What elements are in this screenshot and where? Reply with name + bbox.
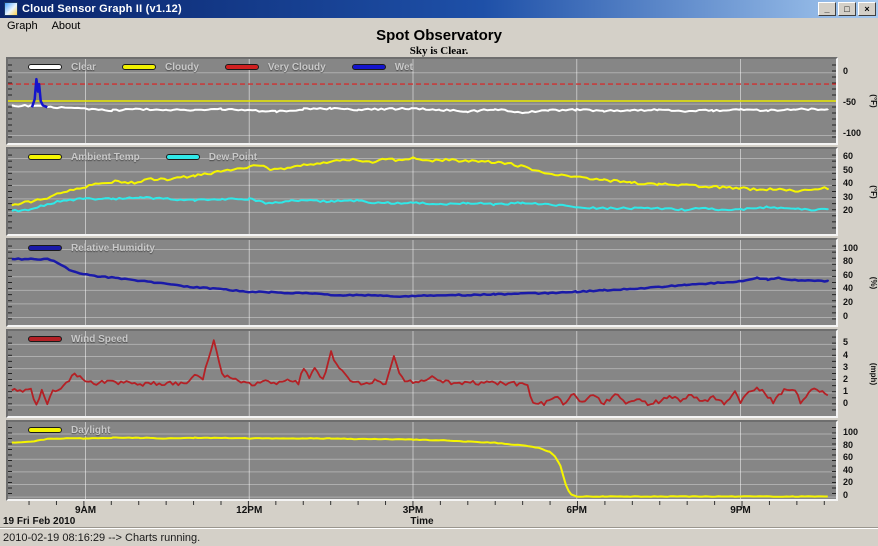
legend-swatch bbox=[166, 154, 200, 160]
y-tick-label: 0 bbox=[843, 66, 848, 76]
y-axis-sky-conditions: 0 -50 -100 (°F) bbox=[840, 57, 878, 145]
app-window: Cloud Sensor Graph II (v1.12) _ □ × Grap… bbox=[0, 0, 878, 546]
x-tick-label: 12PM bbox=[236, 505, 262, 516]
legend-label: Cloudy bbox=[165, 62, 199, 73]
y-tick-label: 4 bbox=[843, 350, 848, 360]
legend-item-clear: Clear bbox=[28, 62, 96, 73]
chart-panel-temperature: Ambient Temp Dew Point bbox=[6, 147, 838, 236]
legend-item-daylight: Daylight bbox=[28, 425, 110, 436]
y-axis-humidity: 100 80 60 40 20 0 (%) bbox=[840, 238, 878, 327]
y-tick-label: 40 bbox=[843, 465, 853, 475]
legend-swatch bbox=[122, 64, 156, 70]
legend-swatch bbox=[225, 64, 259, 70]
y-tick-label: 60 bbox=[843, 270, 853, 280]
y-tick-label: 20 bbox=[843, 205, 853, 215]
window-controls: _ □ × bbox=[818, 2, 876, 16]
y-axis-unit: (°F) bbox=[869, 94, 878, 107]
window-title: Cloud Sensor Graph II (v1.12) bbox=[22, 3, 818, 15]
y-tick-label: 80 bbox=[843, 440, 853, 450]
wind-legend: Wind Speed bbox=[28, 333, 154, 345]
close-button[interactable]: × bbox=[858, 2, 876, 16]
y-tick-label: 100 bbox=[843, 427, 858, 437]
legend-swatch bbox=[352, 64, 386, 70]
legend-item-wet: Wet bbox=[352, 62, 413, 73]
x-tick-label: 6PM bbox=[566, 505, 587, 516]
chart-panel-daylight: Daylight bbox=[6, 420, 838, 501]
legend-item-cloudy: Cloudy bbox=[122, 62, 199, 73]
y-tick-label: 50 bbox=[843, 165, 853, 175]
series-relative-humidity bbox=[12, 259, 828, 297]
y-tick-label: 3 bbox=[843, 362, 848, 372]
legend-item-dew-point: Dew Point bbox=[166, 152, 257, 163]
y-tick-label: 5 bbox=[843, 337, 848, 347]
legend-label: Dew Point bbox=[209, 152, 257, 163]
x-tick-label: 9AM bbox=[75, 505, 96, 516]
y-tick-label: 0 bbox=[843, 311, 848, 321]
status-bar: 2010-02-19 08:16:29 --> Charts running. bbox=[0, 528, 878, 546]
y-tick-label: 100 bbox=[843, 243, 858, 253]
legend-label: Wind Speed bbox=[71, 334, 128, 345]
legend-item-ambient-temp: Ambient Temp bbox=[28, 152, 140, 163]
y-axis-temperature: 60 50 40 30 20 (°F) bbox=[840, 147, 878, 236]
legend-label: Daylight bbox=[71, 425, 110, 436]
status-text: 2010-02-19 08:16:29 --> Charts running. bbox=[0, 532, 200, 544]
y-axis-unit: (%) bbox=[869, 276, 878, 288]
app-icon bbox=[4, 2, 18, 16]
y-tick-label: 80 bbox=[843, 256, 853, 266]
y-tick-label: 40 bbox=[843, 283, 853, 293]
minimize-button[interactable]: _ bbox=[818, 2, 836, 16]
series-wind-speed bbox=[12, 340, 828, 405]
y-axis-unit: (°F) bbox=[869, 185, 878, 198]
daylight-legend: Daylight bbox=[28, 424, 136, 436]
legend-label: Relative Humidity bbox=[71, 243, 155, 254]
humidity-legend: Relative Humidity bbox=[28, 242, 181, 254]
y-tick-label: 40 bbox=[843, 178, 853, 188]
legend-swatch bbox=[28, 154, 62, 160]
y-tick-label: 1 bbox=[843, 386, 848, 396]
maximize-button[interactable]: □ bbox=[838, 2, 856, 16]
page-title: Spot Observatory bbox=[0, 27, 878, 44]
legend-item-relative-humidity: Relative Humidity bbox=[28, 243, 155, 254]
x-tick-label: 3PM bbox=[403, 505, 424, 516]
legend-label: Very Cloudy bbox=[268, 62, 326, 73]
series-wet bbox=[32, 79, 47, 107]
y-tick-label: 20 bbox=[843, 297, 853, 307]
y-tick-label: -50 bbox=[843, 97, 856, 107]
chart-panel-humidity: Relative Humidity bbox=[6, 238, 838, 327]
legend-item-very-cloudy: Very Cloudy bbox=[225, 62, 326, 73]
legend-item-wind-speed: Wind Speed bbox=[28, 334, 128, 345]
x-tick-label: 9PM bbox=[730, 505, 751, 516]
sky-status-text: Sky is Clear. bbox=[0, 45, 878, 57]
axis-date-label: 19 Fri Feb 2010 bbox=[3, 516, 75, 527]
y-tick-label: 2 bbox=[843, 374, 848, 384]
y-axis-daylight: 100 80 60 40 20 0 bbox=[840, 420, 878, 501]
y-tick-label: 20 bbox=[843, 477, 853, 487]
y-tick-label: 0 bbox=[843, 490, 848, 500]
temperature-legend: Ambient Temp Dew Point bbox=[28, 151, 283, 163]
y-tick-label: -100 bbox=[843, 128, 861, 138]
y-tick-label: 60 bbox=[843, 452, 853, 462]
y-tick-label: 30 bbox=[843, 192, 853, 202]
sky-conditions-legend: Clear Cloudy Very Cloudy Wet bbox=[28, 61, 439, 73]
legend-swatch bbox=[28, 427, 62, 433]
y-axis-unit: (mph) bbox=[869, 362, 878, 384]
legend-swatch bbox=[28, 245, 62, 251]
chart-panel-wind: Wind Speed bbox=[6, 329, 838, 418]
title-bar: Cloud Sensor Graph II (v1.12) _ □ × bbox=[0, 0, 878, 18]
legend-label: Wet bbox=[395, 62, 413, 73]
series-clear bbox=[12, 105, 828, 113]
legend-label: Ambient Temp bbox=[71, 152, 140, 163]
x-axis-title: Time bbox=[410, 516, 433, 527]
legend-label: Clear bbox=[71, 62, 96, 73]
chart-panel-sky-conditions: Clear Cloudy Very Cloudy Wet bbox=[6, 57, 838, 145]
y-tick-label: 60 bbox=[843, 151, 853, 161]
y-axis-wind: 5 4 3 2 1 0 (mph) bbox=[840, 329, 878, 418]
legend-swatch bbox=[28, 64, 62, 70]
legend-swatch bbox=[28, 336, 62, 342]
y-tick-label: 0 bbox=[843, 398, 848, 408]
